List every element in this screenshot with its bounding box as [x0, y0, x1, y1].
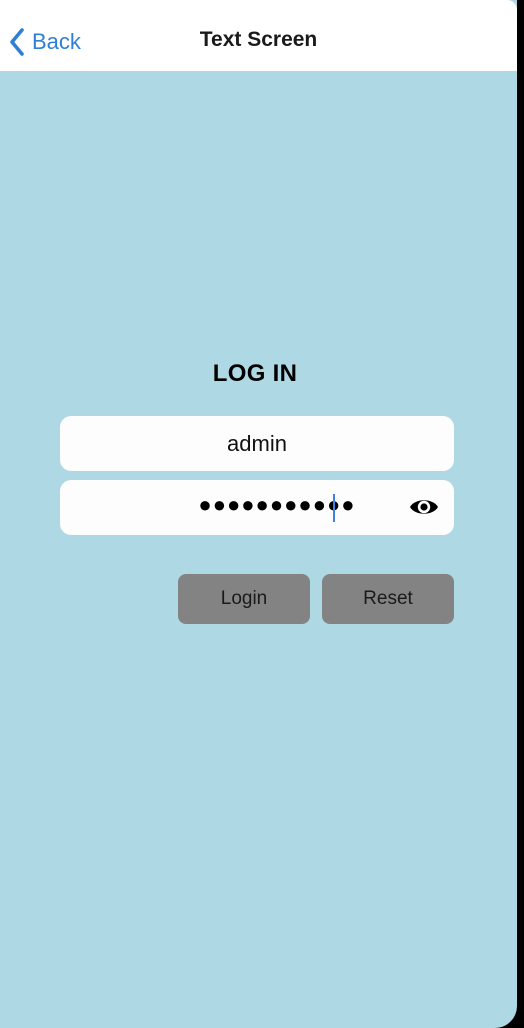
reset-button-label: Reset: [363, 588, 413, 609]
password-masked-value: ●●●●●●●●●●●: [198, 492, 356, 517]
page-title: Text Screen: [199, 28, 318, 51]
app-screen: Back Text Screen LOG IN ●●●●●●●●●●● Logi…: [0, 0, 517, 1028]
eye-icon[interactable]: [408, 493, 440, 521]
reset-button[interactable]: Reset: [322, 574, 454, 624]
password-input[interactable]: ●●●●●●●●●●●: [60, 492, 454, 518]
text-caret: [333, 494, 335, 522]
username-field-container: [60, 416, 454, 471]
username-input[interactable]: [60, 416, 454, 471]
login-button-label: Login: [220, 588, 268, 609]
password-field-container: ●●●●●●●●●●●: [60, 480, 454, 535]
login-button[interactable]: Login: [178, 574, 310, 624]
login-heading: LOG IN: [212, 360, 298, 387]
navigation-bar: Back Text Screen: [0, 0, 517, 71]
